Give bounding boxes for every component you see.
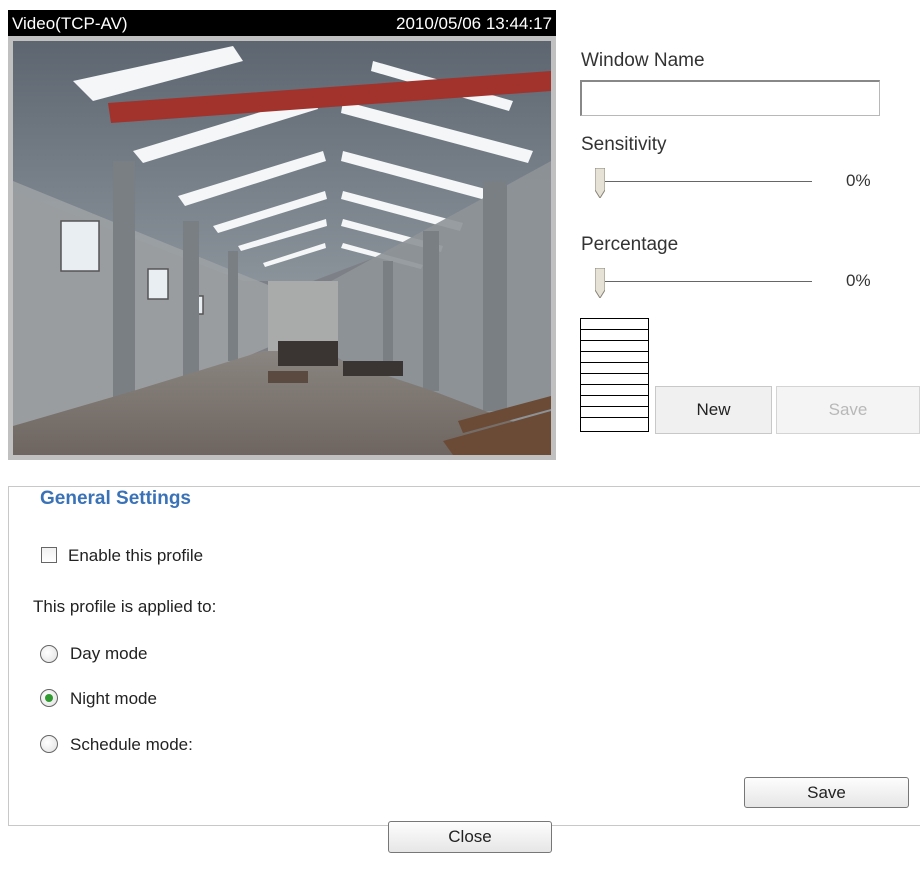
video-frame	[8, 36, 556, 460]
enable-profile-label[interactable]: Enable this profile	[68, 546, 203, 566]
level-meter-line	[581, 351, 648, 352]
save-window-button[interactable]: Save	[776, 386, 920, 434]
radio-selected-dot	[45, 694, 53, 702]
night-mode-radio[interactable]	[40, 689, 58, 707]
sensitivity-label: Sensitivity	[581, 134, 667, 155]
percentage-value: 0%	[846, 271, 871, 290]
general-settings-legend: General Settings	[28, 488, 203, 510]
new-window-button[interactable]: New	[655, 386, 772, 434]
video-stream-title: Video(TCP-AV)	[12, 14, 128, 33]
schedule-mode-radio[interactable]	[40, 735, 58, 753]
level-meter-line	[581, 384, 648, 385]
schedule-mode-label[interactable]: Schedule mode:	[70, 735, 193, 755]
video-timestamp: 2010/05/06 13:44:17	[396, 14, 552, 33]
level-meter-line	[581, 395, 648, 396]
motion-window-level-meter	[580, 318, 649, 432]
level-meter-line	[581, 417, 648, 418]
day-mode-label[interactable]: Day mode	[70, 644, 147, 664]
level-meter-line	[581, 362, 648, 363]
level-meter-line	[581, 340, 648, 341]
video-header-bar: Video(TCP-AV) 2010/05/06 13:44:17	[8, 10, 556, 36]
sensitivity-slider-thumb[interactable]	[595, 168, 605, 198]
window-name-input[interactable]	[580, 80, 880, 116]
percentage-slider-track[interactable]	[600, 281, 812, 282]
level-meter-line	[581, 329, 648, 330]
live-video-image[interactable]	[13, 41, 551, 455]
level-meter-line	[581, 406, 648, 407]
sensitivity-slider-track[interactable]	[600, 181, 812, 182]
sensitivity-value: 0%	[846, 171, 871, 190]
enable-profile-checkbox[interactable]	[41, 547, 57, 563]
night-mode-label[interactable]: Night mode	[70, 689, 157, 709]
save-settings-button[interactable]: Save	[744, 777, 909, 808]
percentage-label: Percentage	[581, 234, 679, 255]
window-name-label: Window Name	[581, 50, 705, 71]
level-meter-line	[581, 373, 648, 374]
applied-to-label: This profile is applied to:	[33, 597, 217, 616]
close-button[interactable]: Close	[388, 821, 552, 853]
percentage-slider-thumb[interactable]	[595, 268, 605, 298]
day-mode-radio[interactable]	[40, 645, 58, 663]
